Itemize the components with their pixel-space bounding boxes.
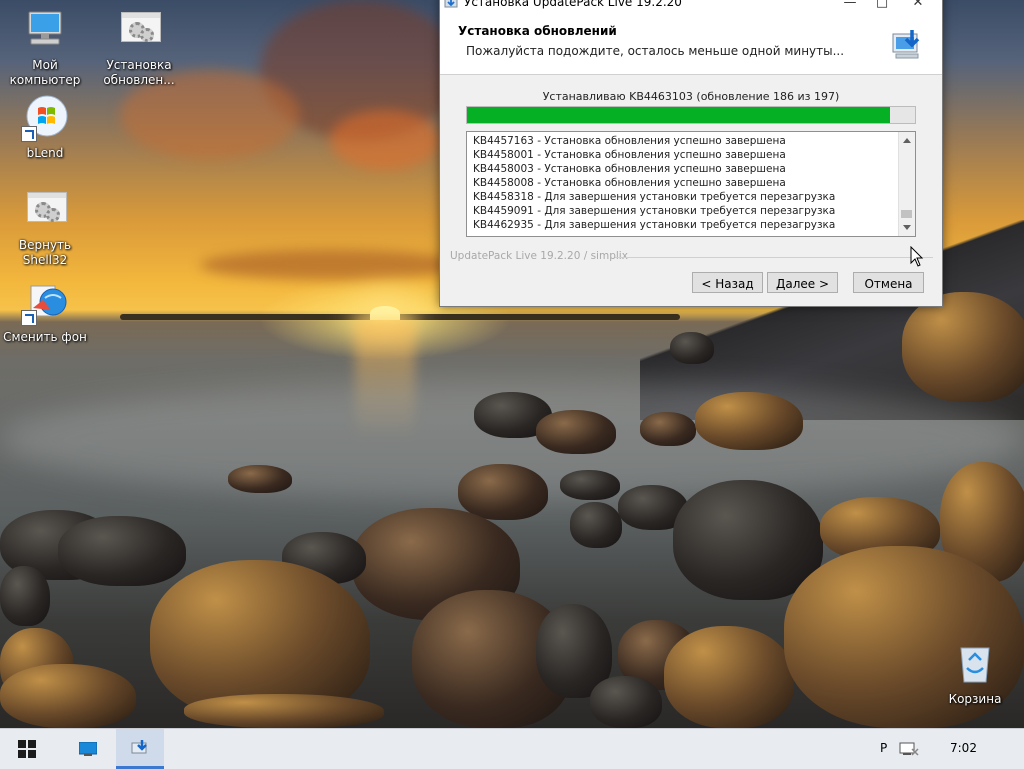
desktop-icon-blend[interactable]: bLend <box>0 94 90 161</box>
log-line: KB4462935 - Для завершения установки тре… <box>473 219 836 231</box>
desktop-icon-update-installer[interactable]: Установка обновлен... <box>94 6 184 88</box>
gears-icon <box>115 6 163 54</box>
shortcut-arrow-icon <box>21 126 37 142</box>
brand-text: UpdatePack Live 19.2.20 / simplix <box>450 250 628 262</box>
wallpaper-rock <box>670 332 714 364</box>
install-log-list[interactable]: KB4457163 - Установка обновления успешно… <box>466 131 916 237</box>
install-progress-fill <box>467 107 891 123</box>
log-scrollbar[interactable] <box>898 132 915 236</box>
gears-icon <box>21 186 69 234</box>
log-line: KB4458318 - Для завершения установки тре… <box>473 191 836 203</box>
wallpaper-rock <box>640 412 696 446</box>
windows-orb-icon <box>21 94 69 142</box>
taskbar-update-installer-button[interactable] <box>116 729 164 769</box>
desktop-icon-label: Мой компьютер <box>9 58 81 87</box>
update-installer-window: Установка UpdatePack Live 19.2.20 — □ ✕ … <box>439 0 943 307</box>
desktop-monitor-icon <box>79 742 97 756</box>
update-download-icon <box>892 30 920 59</box>
desktop-icon-label: Вернуть Shell32 <box>18 238 72 267</box>
install-log-lines: KB4457163 - Установка обновления успешно… <box>473 134 835 232</box>
desktop-icon-recycle-bin[interactable]: Корзина <box>930 640 1020 707</box>
window-title: Установка UpdatePack Live 19.2.20 <box>464 0 682 9</box>
desktop-icon-my-computer[interactable]: Мой компьютер <box>0 6 90 88</box>
wallpaper-globe-icon <box>21 278 69 326</box>
install-progress-bar <box>466 106 916 124</box>
wallpaper-rock <box>228 465 292 493</box>
scroll-down-icon[interactable] <box>903 225 911 230</box>
recycle-bin-icon <box>951 640 999 688</box>
desktop-icon-label: bLend <box>26 146 64 160</box>
wallpaper-rock <box>58 516 186 586</box>
wallpaper-rock <box>0 566 50 626</box>
close-button[interactable]: ✕ <box>902 0 934 14</box>
desktop-icon-label: Корзина <box>948 692 1002 706</box>
desktop-icon-label: Сменить фон <box>3 330 87 344</box>
installer-app-icon <box>444 0 458 8</box>
maximize-button[interactable]: □ <box>866 0 898 14</box>
log-line: KB4458008 - Установка обновления успешно… <box>473 177 786 189</box>
scrollbar-thumb[interactable] <box>901 210 912 218</box>
wallpaper-rock <box>664 626 794 728</box>
log-line: KB4458003 - Установка обновления успешно… <box>473 163 786 175</box>
log-line: KB4457163 - Установка обновления успешно… <box>473 135 786 147</box>
start-button[interactable] <box>0 729 52 769</box>
wallpaper-rock <box>695 392 803 450</box>
installer-app-icon <box>131 740 147 754</box>
log-line: KB4458001 - Установка обновления успешно… <box>473 149 786 161</box>
wallpaper-sun <box>370 306 400 320</box>
taskbar: Р 7:02 <box>0 728 1024 769</box>
taskbar-show-desktop-button[interactable] <box>64 729 112 769</box>
install-status-text: Устанавливаю KB4463103 (обновление 186 и… <box>542 90 840 103</box>
wallpaper-cloud <box>200 250 460 280</box>
wizard-header-title: Установка обновлений <box>458 24 617 38</box>
computer-icon <box>21 6 69 54</box>
wallpaper-rock <box>458 464 548 520</box>
window-titlebar[interactable]: Установка UpdatePack Live 19.2.20 — □ ✕ <box>440 0 942 14</box>
back-button[interactable]: < Назад <box>692 272 763 293</box>
mouse-pointer-icon <box>910 246 924 267</box>
tray-language-indicator[interactable]: Р <box>880 741 887 755</box>
wallpaper-rock <box>184 694 384 728</box>
shortcut-arrow-icon <box>21 310 37 326</box>
next-button[interactable]: Далее > <box>767 272 838 293</box>
wizard-header-subtitle: Пожалуйста подождите, осталось меньше од… <box>466 44 845 58</box>
brand-divider <box>615 257 933 258</box>
desktop-icon-change-wallpaper[interactable]: Сменить фон <box>0 278 90 345</box>
wizard-header: Установка обновлений Пожалуйста подождит… <box>440 14 942 75</box>
log-line: KB4459091 - Для завершения установки тре… <box>473 205 836 217</box>
wallpaper-rock <box>570 502 622 548</box>
windows-logo-icon <box>18 740 36 758</box>
desktop-icon-restore-shell32[interactable]: Вернуть Shell32 <box>0 186 90 268</box>
wallpaper-cloud <box>330 110 440 170</box>
wallpaper-rock <box>590 676 662 728</box>
wallpaper-rock <box>902 292 1024 402</box>
desktop-icon-label: Установка обновлен... <box>103 58 175 87</box>
wallpaper-rock <box>673 480 823 600</box>
cancel-button[interactable]: Отмена <box>853 272 924 293</box>
wallpaper-rock <box>0 664 136 728</box>
scroll-up-icon[interactable] <box>903 138 911 143</box>
tray-network-icon[interactable] <box>898 741 920 757</box>
wallpaper-rock <box>560 470 620 500</box>
minimize-button[interactable]: — <box>834 0 866 14</box>
tray-clock[interactable]: 7:02 <box>950 741 977 755</box>
wallpaper-rock <box>536 410 616 454</box>
